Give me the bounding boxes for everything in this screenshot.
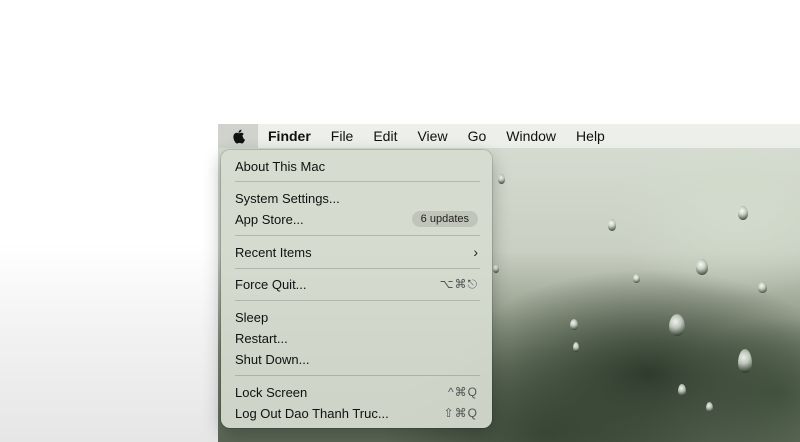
raindrop [633,274,640,283]
apple-menu-button[interactable] [218,124,258,148]
menu-item-shut-down[interactable]: Shut Down... [235,349,478,369]
menu-item-label: Shut Down... [235,351,310,367]
raindrop [493,264,499,273]
menu-separator [235,235,480,236]
log-out-shortcut: ⇧⌘Q [443,406,478,420]
menu-item-sleep[interactable]: Sleep [235,307,478,327]
raindrop [706,402,713,412]
force-quit-shortcut: ⌥⌘⎋ [439,276,478,291]
menu-item-label: About This Mac [235,158,326,174]
raindrop [573,342,579,352]
menu-item-label: System Settings... [235,190,340,206]
menu-item-label: Log Out Dao Thanh Truc... [235,405,389,421]
menu-item-app-store[interactable]: App Store... 6 updates [235,209,478,229]
menu-separator [235,268,480,269]
raindrop [738,206,748,220]
raindrop [498,174,505,184]
menu-item-label: Lock Screen [235,384,308,400]
menu-item-system-settings[interactable]: System Settings... [235,188,478,208]
menu-item-label: App Store... [235,211,304,227]
menubar-item-go[interactable]: Go [458,124,497,148]
raindrop [678,384,686,396]
menu-item-label: Force Quit... [235,276,307,292]
menu-separator [235,181,480,182]
lock-screen-shortcut: ^⌘Q [448,385,478,399]
menu-item-label: Recent Items [235,244,312,260]
updates-badge: 6 updates [411,211,478,227]
menubar-item-file[interactable]: File [321,124,364,148]
menubar-item-help[interactable]: Help [566,124,615,148]
raindrop [696,259,708,275]
menu-bar: Finder File Edit View Go Window Help [218,124,800,148]
apple-menu-dropdown: About This Mac System Settings... App St… [221,150,492,428]
menu-item-label: Sleep [235,309,269,325]
menubar-item-edit[interactable]: Edit [363,124,407,148]
menu-item-about-this-mac[interactable]: About This Mac [235,156,478,176]
raindrop [738,349,752,373]
menubar-item-view[interactable]: View [407,124,457,148]
menu-separator [235,300,480,301]
menu-item-recent-items[interactable]: Recent Items › [235,242,478,262]
menu-item-label: Restart... [235,330,288,346]
menu-item-log-out[interactable]: Log Out Dao Thanh Truc... ⇧⌘Q [235,403,478,423]
outer-background [0,0,218,442]
raindrop [608,219,616,231]
raindrop [570,319,578,330]
menu-separator [235,375,480,376]
apple-logo-icon [233,129,245,144]
raindrop [758,282,767,293]
menu-item-lock-screen[interactable]: Lock Screen ^⌘Q [235,382,478,402]
menubar-item-finder[interactable]: Finder [258,124,321,148]
menu-item-restart[interactable]: Restart... [235,328,478,348]
menubar-item-window[interactable]: Window [496,124,566,148]
chevron-right-icon: › [473,244,478,260]
menu-item-force-quit[interactable]: Force Quit... ⌥⌘⎋ [235,274,478,294]
raindrop [669,314,685,336]
